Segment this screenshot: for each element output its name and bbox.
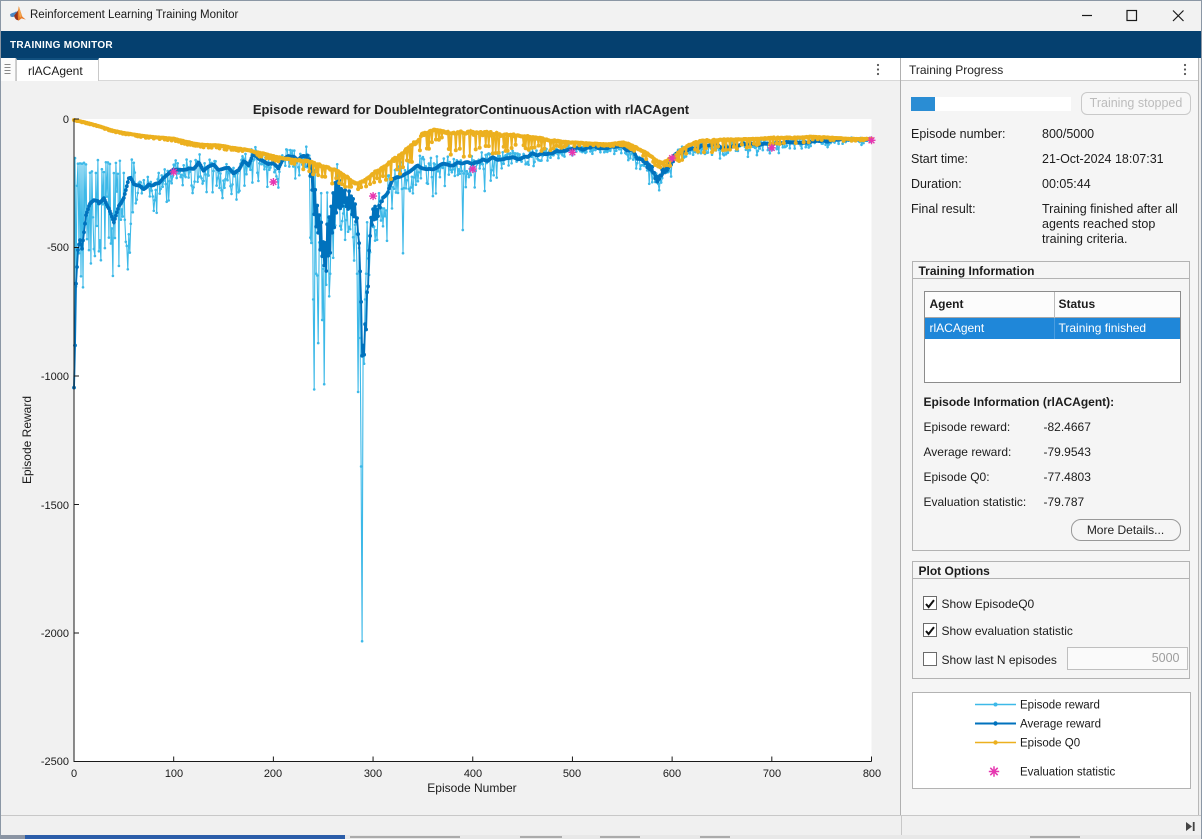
svg-text:-500: -500	[47, 242, 69, 254]
svg-text:300: 300	[364, 768, 382, 780]
svg-text:400: 400	[464, 768, 482, 780]
svg-text:-2500: -2500	[41, 756, 69, 768]
svg-text:Episode reward for DoubleInteg: Episode reward for DoubleIntegratorConti…	[253, 102, 690, 117]
svg-text:100: 100	[165, 768, 183, 780]
svg-text:-1000: -1000	[41, 371, 69, 383]
svg-text:Episode Number: Episode Number	[427, 781, 516, 795]
svg-text:0: 0	[71, 768, 77, 780]
svg-text:Episode reward: Episode reward	[1020, 700, 1100, 712]
svg-text:600: 600	[663, 768, 681, 780]
svg-text:Episode Reward: Episode Reward	[20, 396, 34, 484]
svg-text:-1500: -1500	[41, 500, 69, 512]
svg-text:Average reward: Average reward	[1020, 719, 1101, 731]
svg-text:-2000: -2000	[41, 628, 69, 640]
svg-text:700: 700	[763, 768, 781, 780]
svg-text:800: 800	[863, 768, 881, 780]
svg-text:Episode Q0: Episode Q0	[1020, 738, 1080, 750]
svg-text:500: 500	[563, 768, 581, 780]
svg-text:200: 200	[264, 768, 282, 780]
svg-text:Evaluation statistic: Evaluation statistic	[1020, 767, 1115, 779]
svg-text:0: 0	[63, 114, 69, 126]
